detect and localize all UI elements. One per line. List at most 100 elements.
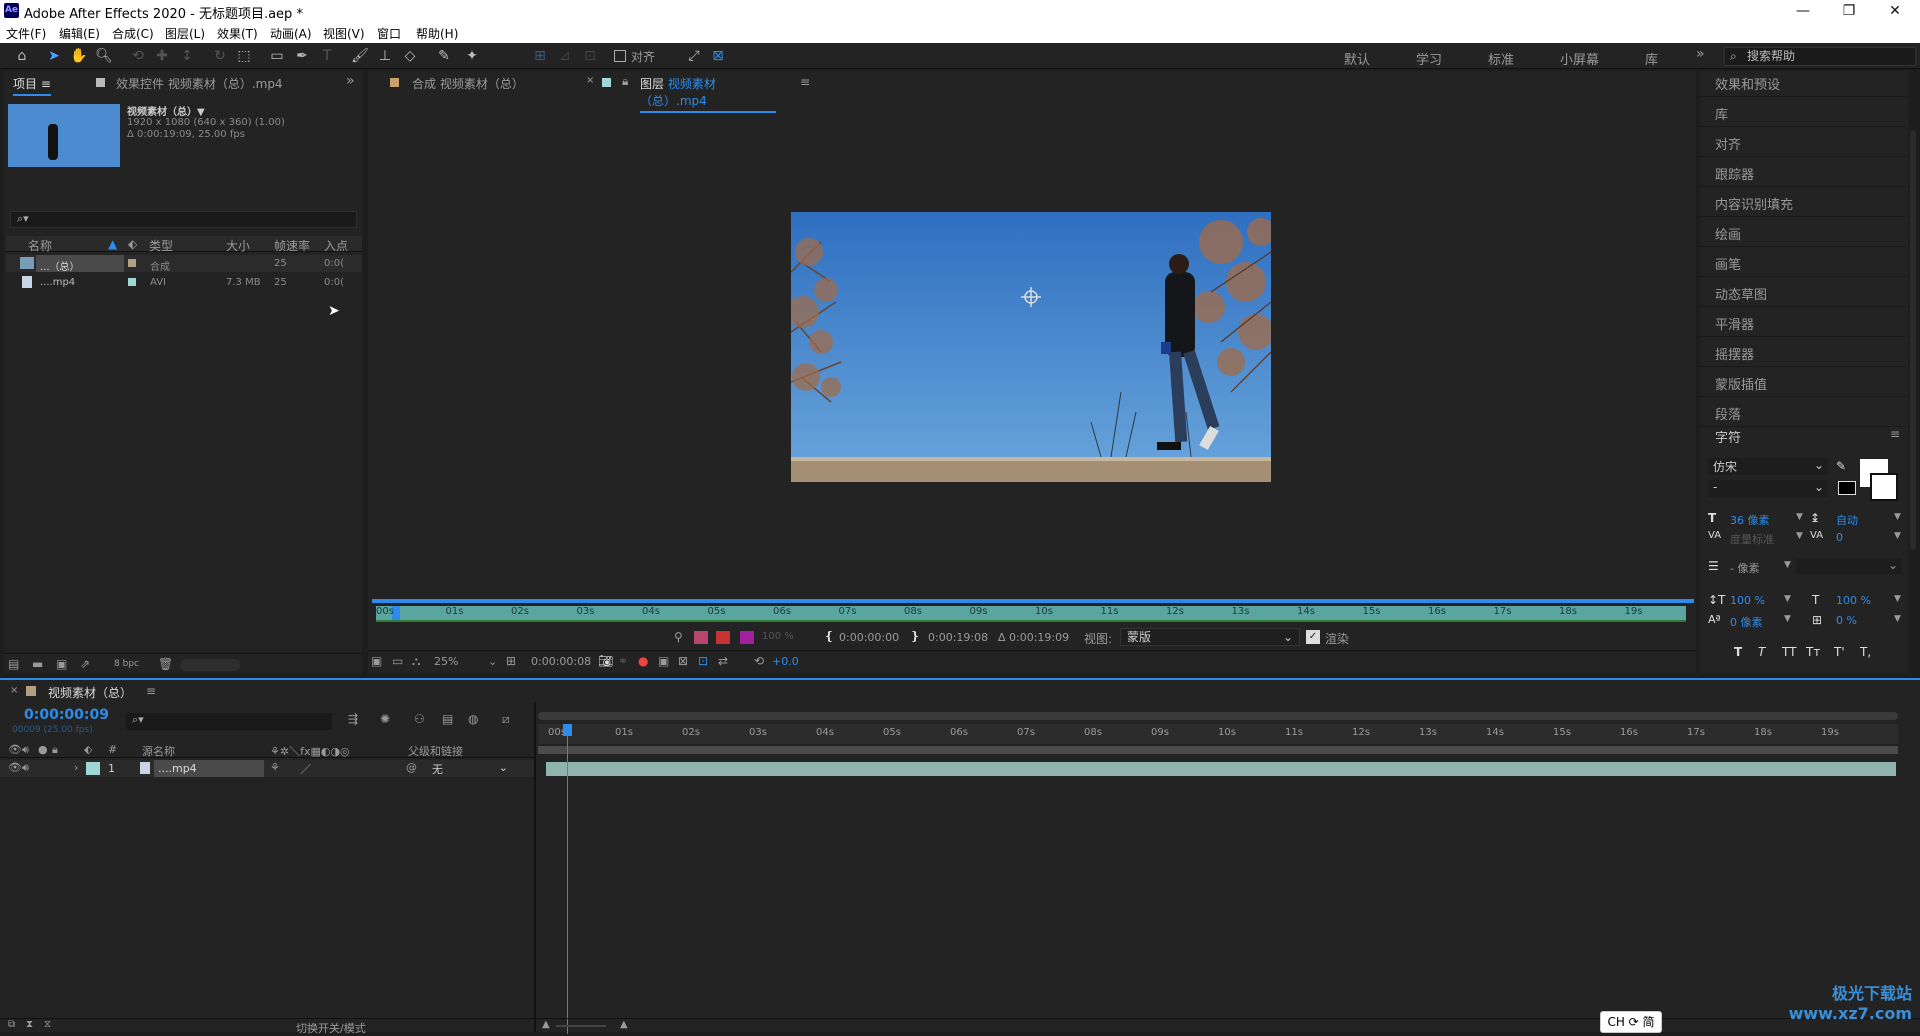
- snapshot-person-icon[interactable]: ⚲: [674, 630, 683, 644]
- transparency-grid-icon[interactable]: ⊠: [678, 654, 688, 668]
- baseline-shift-value[interactable]: 0 像素: [1730, 614, 1763, 630]
- font-size-value[interactable]: 36 像素: [1730, 512, 1770, 528]
- close-timeline-icon[interactable]: ×: [10, 685, 18, 696]
- workspaces-overflow-button[interactable]: »: [1696, 46, 1705, 62]
- chevron-down-icon[interactable]: ▼: [1784, 560, 1791, 570]
- font-family-dropdown[interactable]: 仿宋 ⌄: [1708, 458, 1828, 475]
- faux-bold-button[interactable]: T: [1734, 645, 1742, 659]
- timeline-ruler[interactable]: 00s 01s 02s 03s 04s 05s 06s 07s 08s 09s 10s 11s 12s 1…: [538, 712, 1898, 764]
- character-menu-icon[interactable]: ≡: [1890, 427, 1900, 441]
- source-name-column[interactable]: 源名称: [142, 743, 175, 759]
- horizontal-scale-value[interactable]: 100 %: [1836, 594, 1871, 607]
- monitor-icon[interactable]: ▭: [392, 654, 403, 668]
- playhead-line[interactable]: [567, 724, 568, 1034]
- sort-asc-icon[interactable]: ▲: [108, 237, 117, 251]
- panel-item-4[interactable]: 内容识别填充: [1715, 194, 1793, 213]
- close-button[interactable]: ✕: [1872, 0, 1918, 22]
- render-time-icon[interactable]: ⧖: [44, 1019, 51, 1030]
- subscript-button[interactable]: T,: [1860, 645, 1871, 659]
- leading-value[interactable]: 自动: [1836, 512, 1858, 528]
- black-swatch[interactable]: [1838, 481, 1856, 495]
- small-caps-button[interactable]: Tт: [1806, 645, 1820, 659]
- workspace-learn[interactable]: 学习: [1416, 49, 1442, 68]
- panel-item-6[interactable]: 画笔: [1715, 254, 1741, 273]
- all-caps-button[interactable]: TT: [1782, 645, 1796, 659]
- kerning-value[interactable]: 度量标准: [1730, 531, 1774, 547]
- timeline-search-input[interactable]: ⌕▾: [126, 713, 332, 730]
- layer-duration-bar[interactable]: [546, 762, 1896, 776]
- eye-icon[interactable]: 👁︎: [8, 761, 22, 774]
- tab-layer[interactable]: 图层 视频素材（总）.mp4: [640, 75, 776, 113]
- layer-name-cell[interactable]: ....mp4: [154, 760, 264, 777]
- view-dropdown[interactable]: 蒙版 ⌄: [1120, 628, 1300, 646]
- fit-frame-icon[interactable]: ⊞: [506, 654, 516, 668]
- workspace-library[interactable]: 库: [1645, 49, 1658, 68]
- panel-item-3[interactable]: 跟踪器: [1715, 164, 1754, 183]
- render-checkbox[interactable]: ✓: [1306, 630, 1320, 644]
- clone-stamp-icon[interactable]: ⊥: [375, 47, 395, 65]
- chevron-down-icon[interactable]: ▼: [1894, 614, 1901, 624]
- timeline-menu-icon[interactable]: ≡: [146, 684, 156, 698]
- brush-tool-icon[interactable]: 🖌︎: [350, 47, 370, 65]
- new-composition-icon[interactable]: ▣: [56, 657, 67, 671]
- tracking-value[interactable]: 0: [1836, 531, 1843, 544]
- new-folder-icon[interactable]: ▬: [32, 657, 43, 671]
- timeline-tab-label[interactable]: 视频素材（总）: [48, 684, 132, 701]
- rgb-channel-icon[interactable]: ●: [638, 654, 648, 668]
- pan-camera-icon[interactable]: ✚: [152, 47, 172, 65]
- mask-color-icon[interactable]: [694, 631, 708, 644]
- draft-3d-icon[interactable]: ✺: [380, 712, 390, 726]
- chevron-down-icon[interactable]: ▼: [1784, 614, 1791, 624]
- workspace-default[interactable]: 默认: [1344, 49, 1370, 68]
- speaker-icon[interactable]: 🔊︎: [22, 761, 29, 775]
- mask-target-icon[interactable]: [716, 631, 730, 644]
- align-checkbox[interactable]: [614, 50, 626, 62]
- minimize-button[interactable]: —: [1780, 0, 1826, 22]
- menu-help[interactable]: 帮助(H): [416, 25, 458, 42]
- project-row[interactable]: ....mp4 AVI 7.3 MB 25 0:0(: [6, 274, 362, 291]
- tab-composition[interactable]: 合成 视频素材（总）: [412, 75, 524, 92]
- project-search-input[interactable]: ⌕▾: [10, 211, 357, 228]
- type-tool-icon[interactable]: T: [317, 47, 337, 65]
- timeline-divider[interactable]: [534, 702, 536, 1032]
- bit-depth-button[interactable]: 8 bpc: [114, 659, 139, 669]
- expand-arrow-icon[interactable]: ›: [74, 761, 78, 774]
- render-queue-icon[interactable]: ⇗: [80, 657, 90, 671]
- frame-blending-icon[interactable]: ▤: [442, 712, 453, 726]
- layer-switches-icon[interactable]: ⧉: [8, 1019, 15, 1030]
- faux-italic-button[interactable]: T: [1758, 645, 1765, 659]
- flowchart-icon[interactable]: ⇄: [718, 654, 728, 668]
- mask-visibility-icon[interactable]: ⛬: [412, 654, 420, 669]
- tab-project[interactable]: 项目 ≡: [13, 75, 51, 96]
- col-in-point[interactable]: 入点: [324, 237, 348, 254]
- mask-color-swatch[interactable]: [740, 631, 754, 644]
- roto-brush-icon[interactable]: ✎: [434, 47, 454, 65]
- playhead-icon[interactable]: [563, 724, 572, 736]
- work-area-bar[interactable]: [372, 599, 1694, 603]
- label-column-icon[interactable]: ⬖: [84, 743, 92, 756]
- superscript-button[interactable]: T': [1834, 645, 1845, 659]
- always-preview-icon[interactable]: ▣: [371, 654, 382, 668]
- lock-icon[interactable]: 🔒︎: [622, 74, 628, 89]
- graph-editor-icon[interactable]: ⧄: [502, 712, 510, 727]
- modes-icon[interactable]: ⧗: [26, 1019, 33, 1030]
- in-point-time[interactable]: 0:00:00:00: [839, 631, 899, 644]
- pan-behind-icon[interactable]: ⬚: [234, 47, 254, 65]
- layer-label-swatch[interactable]: [86, 762, 100, 775]
- chevron-down-icon[interactable]: ▼: [1894, 594, 1901, 604]
- pick-whip-icon[interactable]: @: [406, 761, 417, 774]
- snap-icon[interactable]: ⤢: [684, 47, 704, 65]
- local-axis-icon[interactable]: ⊞: [530, 47, 550, 65]
- zoom-tool-icon[interactable]: 🔍︎: [94, 47, 114, 65]
- 3d-view-icon[interactable]: ⊡: [698, 654, 708, 668]
- interpret-footage-icon[interactable]: ▤: [8, 657, 19, 671]
- menu-layer[interactable]: 图层(L): [165, 25, 205, 42]
- menu-window[interactable]: 窗口: [377, 25, 401, 42]
- menu-view[interactable]: 视图(V): [323, 25, 365, 42]
- reset-exposure-icon[interactable]: ⟲: [754, 654, 764, 668]
- audio-toggle-icon[interactable]: 🔊︎: [22, 743, 29, 757]
- eyedropper-icon[interactable]: ✎: [1836, 459, 1846, 473]
- view-axis-icon[interactable]: ⊡: [580, 47, 600, 65]
- puppet-pin-icon[interactable]: ✦: [462, 47, 482, 65]
- in-point-bracket-icon[interactable]: ❴: [824, 629, 834, 643]
